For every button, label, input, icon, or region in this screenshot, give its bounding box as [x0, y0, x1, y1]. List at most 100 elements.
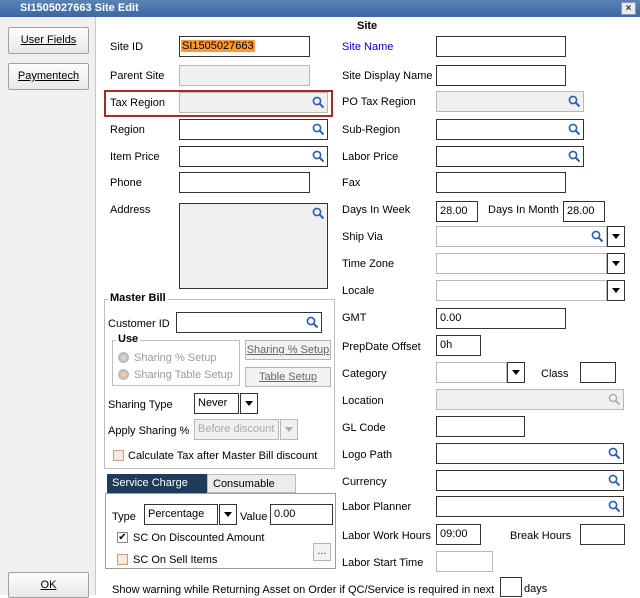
parent-site-input[interactable] — [179, 65, 310, 86]
phone-input[interactable] — [179, 172, 310, 193]
chevron-down-icon[interactable] — [280, 419, 298, 440]
days-in-month-input[interactable]: 28.00 — [563, 201, 605, 222]
po-tax-region-input[interactable] — [436, 91, 584, 112]
address-textarea[interactable] — [179, 203, 328, 289]
apply-sharing-select[interactable]: Before discount — [194, 419, 279, 440]
ship-via-label: Ship Via — [342, 231, 383, 243]
chevron-down-icon[interactable] — [507, 362, 525, 383]
break-hours-label: Break Hours — [510, 530, 572, 542]
site-id-input[interactable]: SI1505027663 — [179, 36, 310, 57]
labor-start-time-input[interactable] — [436, 551, 493, 572]
logo-path-label: Logo Path — [342, 449, 393, 461]
days-in-week-label: Days In Week — [342, 204, 411, 216]
sharing-pct-radio[interactable] — [118, 352, 129, 363]
tax-region-input[interactable] — [179, 92, 328, 113]
gmt-input[interactable]: 0.00 — [436, 308, 566, 329]
gl-code-input[interactable] — [436, 416, 525, 437]
class-input[interactable] — [580, 362, 616, 383]
labor-planner-label: Labor Planner — [342, 501, 412, 513]
parent-site-label: Parent Site — [110, 70, 165, 82]
region-input[interactable] — [179, 119, 328, 140]
prepdate-offset-input[interactable]: 0h — [436, 335, 481, 356]
search-icon[interactable] — [608, 447, 621, 460]
sc-sell-items-label: SC On Sell Items — [133, 554, 218, 566]
break-hours-input[interactable] — [580, 524, 625, 545]
chevron-down-icon[interactable] — [607, 280, 625, 301]
address-label: Address — [110, 204, 151, 216]
chevron-down-icon[interactable] — [607, 226, 625, 247]
sidebar — [0, 17, 96, 595]
site-id-value: SI1505027663 — [181, 40, 255, 52]
search-icon[interactable] — [568, 123, 581, 136]
search-icon[interactable] — [608, 474, 621, 487]
region-label: Region — [110, 124, 145, 136]
search-icon[interactable] — [312, 207, 325, 220]
user-fields-button[interactable]: User Fields — [8, 27, 89, 54]
labor-price-input[interactable] — [436, 146, 584, 167]
days-in-month-label: Days In Month — [488, 204, 559, 216]
search-icon[interactable] — [312, 96, 325, 109]
labor-work-hours-input[interactable]: 09:00 — [436, 524, 481, 545]
master-bill-label: Master Bill — [108, 292, 168, 304]
section-title: Site — [357, 20, 378, 32]
phone-label: Phone — [110, 177, 142, 189]
labor-start-time-label: Labor Start Time — [342, 557, 424, 569]
labor-planner-input[interactable] — [436, 496, 624, 517]
logo-path-input[interactable] — [436, 443, 624, 464]
paymentech-button[interactable]: Paymentech — [8, 63, 89, 90]
sharing-pct-setup-button[interactable]: Sharing % Setup — [245, 340, 331, 360]
site-display-name-input[interactable] — [436, 65, 566, 86]
item-price-input[interactable] — [179, 146, 328, 167]
gl-code-label: GL Code — [342, 422, 386, 434]
search-icon[interactable] — [312, 150, 325, 163]
sub-region-label: Sub-Region — [342, 124, 401, 136]
days-in-week-input[interactable]: 28.00 — [436, 201, 478, 222]
close-icon[interactable]: × — [621, 2, 636, 15]
value-input[interactable]: 0.00 — [270, 504, 333, 525]
location-input[interactable] — [436, 389, 624, 410]
search-icon[interactable] — [608, 500, 621, 513]
sharing-type-select[interactable]: Never — [194, 393, 239, 414]
sc-discounted-checkbox[interactable]: ✔ — [117, 532, 128, 543]
sc-discounted-label: SC On Discounted Amount — [133, 532, 265, 544]
sharing-table-radio[interactable] — [118, 369, 129, 380]
ship-via-select[interactable] — [436, 226, 607, 247]
search-icon[interactable] — [568, 95, 581, 108]
category-select[interactable] — [436, 362, 507, 383]
site-name-input[interactable] — [436, 36, 566, 57]
time-zone-select[interactable] — [436, 253, 607, 274]
sc-sell-items-checkbox[interactable] — [117, 554, 128, 565]
search-icon[interactable] — [568, 150, 581, 163]
currency-input[interactable] — [436, 470, 624, 491]
chevron-down-icon[interactable] — [240, 393, 258, 414]
tab-consumable[interactable]: Consumable — [207, 474, 296, 493]
ellipsis-button[interactable]: ... — [313, 543, 331, 561]
fax-input[interactable] — [436, 172, 566, 193]
type-select[interactable]: Percentage — [144, 504, 218, 525]
chevron-down-icon[interactable] — [219, 504, 237, 525]
search-icon[interactable] — [591, 230, 604, 243]
tax-region-label: Tax Region — [110, 97, 166, 109]
warning-days-input[interactable] — [500, 577, 522, 597]
use-label: Use — [116, 333, 141, 345]
chevron-down-icon[interactable] — [607, 253, 625, 274]
calc-tax-checkbox[interactable] — [113, 450, 124, 461]
locale-select[interactable] — [436, 280, 607, 301]
currency-label: Currency — [342, 476, 387, 488]
class-label: Class — [541, 368, 569, 380]
item-price-label: Item Price — [110, 151, 160, 163]
tab-service-charge[interactable]: Service Charge — [107, 474, 207, 493]
search-icon[interactable] — [608, 393, 621, 406]
table-setup-button[interactable]: Table Setup — [245, 367, 331, 387]
sub-region-input[interactable] — [436, 119, 584, 140]
sharing-pct-radio-label: Sharing % Setup — [134, 352, 217, 364]
apply-sharing-label: Apply Sharing % — [108, 425, 190, 437]
category-label: Category — [342, 368, 387, 380]
locale-label: Locale — [342, 285, 375, 297]
customer-id-input[interactable] — [176, 312, 322, 333]
ok-button[interactable]: OK — [8, 572, 89, 598]
labor-work-hours-label: Labor Work Hours — [342, 530, 432, 542]
search-icon[interactable] — [312, 123, 325, 136]
gmt-label: GMT — [342, 312, 367, 324]
search-icon[interactable] — [306, 316, 319, 329]
